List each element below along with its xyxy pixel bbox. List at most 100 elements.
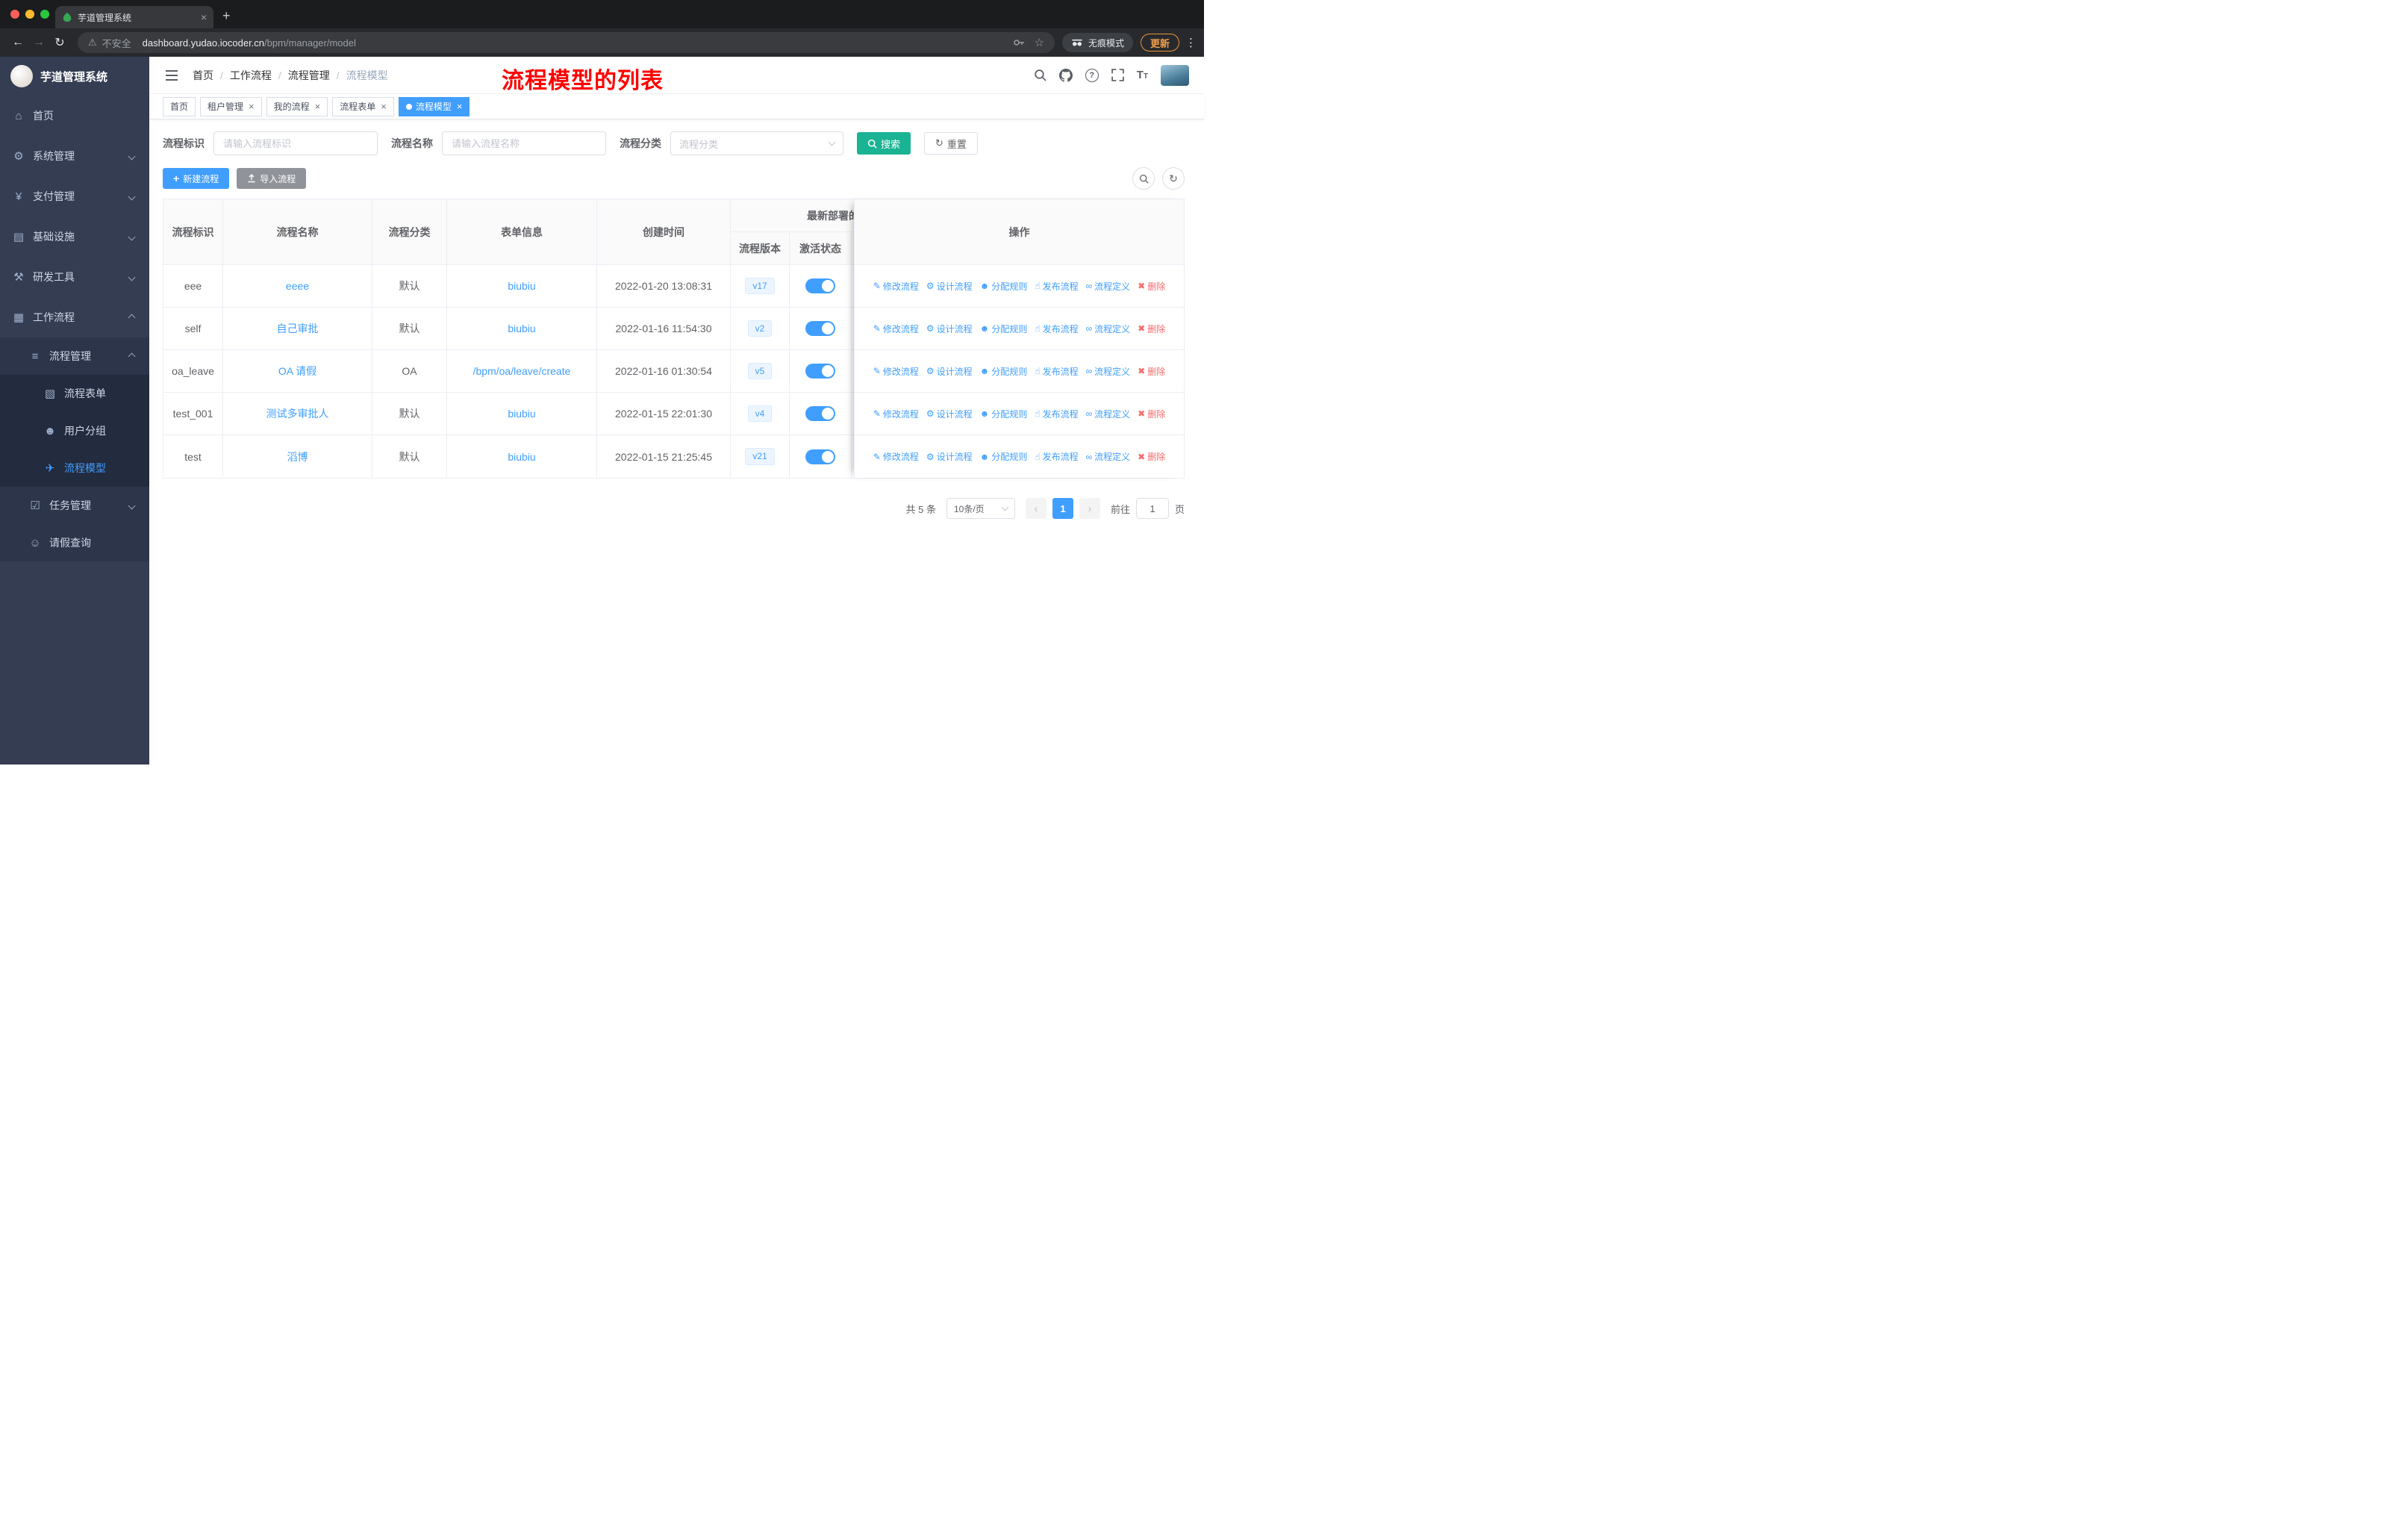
password-key-icon[interactable] <box>1013 37 1025 49</box>
close-window-button[interactable] <box>10 10 19 19</box>
process-name-link[interactable]: OA 请假 <box>278 364 316 379</box>
edit-process-link[interactable]: ✎ 修改流程 <box>873 280 919 293</box>
app-logo[interactable]: 芋道管理系统 <box>0 57 149 96</box>
process-name-link[interactable]: 自己审批 <box>277 321 319 336</box>
new-tab-button[interactable]: + <box>222 8 231 24</box>
delete-process-link[interactable]: ✖ 删除 <box>1138 323 1165 335</box>
goto-page-input[interactable] <box>1135 498 1169 519</box>
design-process-link[interactable]: ⚙ 设计流程 <box>926 280 973 293</box>
sidebar-item-payment-mgmt[interactable]: ¥ 支付管理 <box>0 176 149 217</box>
active-toggle[interactable] <box>805 364 835 379</box>
delete-process-link[interactable]: ✖ 删除 <box>1138 280 1165 293</box>
sidebar-item-process-form[interactable]: ▧ 流程表单 <box>0 375 149 412</box>
form-info-link[interactable]: /bpm/oa/leave/create <box>473 365 571 377</box>
tag-my-process[interactable]: 我的流程 × <box>266 96 328 116</box>
edit-process-link[interactable]: ✎ 修改流程 <box>873 408 919 420</box>
edit-process-link[interactable]: ✎ 修改流程 <box>873 323 919 335</box>
design-process-link[interactable]: ⚙ 设计流程 <box>926 408 973 420</box>
sidebar-item-home[interactable]: ⌂ 首页 <box>0 96 149 136</box>
user-avatar[interactable] <box>1161 64 1189 86</box>
sidebar-item-task-mgmt[interactable]: ☑ 任务管理 <box>0 487 149 524</box>
breadcrumb-item[interactable]: 工作流程 <box>230 68 272 83</box>
process-definition-link[interactable]: ∞ 流程定义 <box>1086 280 1131 293</box>
version-badge[interactable]: v2 <box>747 320 773 337</box>
active-toggle[interactable] <box>805 278 835 293</box>
process-name-input[interactable] <box>442 131 606 155</box>
tag-home[interactable]: 首页 <box>163 96 196 116</box>
reset-button[interactable]: ↻ 重置 <box>924 132 978 155</box>
prev-page-button[interactable]: ‹ <box>1025 498 1047 519</box>
form-info-link[interactable]: biubiu <box>508 323 535 334</box>
breadcrumb-item[interactable]: 流程管理 <box>288 68 330 83</box>
publish-process-link[interactable]: ☝ 发布流程 <box>1035 323 1078 335</box>
sidebar-item-process-model[interactable]: ✈ 流程模型 <box>0 449 149 487</box>
sidebar-collapse-icon[interactable] <box>164 69 179 81</box>
active-toggle[interactable] <box>805 449 835 464</box>
process-definition-link[interactable]: ∞ 流程定义 <box>1086 450 1131 463</box>
delete-process-link[interactable]: ✖ 删除 <box>1138 408 1165 420</box>
address-bar[interactable]: ⚠ 不安全 dashboard.yudao.iocoder.cn/bpm/man… <box>78 32 1055 53</box>
close-icon[interactable]: × <box>315 102 321 111</box>
minimize-window-button[interactable] <box>25 10 34 19</box>
process-definition-link[interactable]: ∞ 流程定义 <box>1086 323 1131 335</box>
sidebar-item-infrastructure[interactable]: ▤ 基础设施 <box>0 217 149 257</box>
version-badge[interactable]: v17 <box>745 277 775 295</box>
assign-rule-link[interactable]: ☻ 分配规则 <box>980 365 1028 378</box>
create-process-button[interactable]: + 新建流程 <box>163 168 230 189</box>
search-icon[interactable] <box>1034 69 1047 81</box>
page-size-select[interactable]: 10条/页 <box>946 498 1015 519</box>
tag-process-form[interactable]: 流程表单 × <box>332 96 394 116</box>
tag-process-model[interactable]: 流程模型 × <box>398 96 470 116</box>
close-icon[interactable]: × <box>457 102 463 111</box>
active-toggle[interactable] <box>805 406 835 421</box>
publish-process-link[interactable]: ☝ 发布流程 <box>1035 450 1078 463</box>
forward-icon[interactable]: → <box>28 36 49 49</box>
zoom-window-button[interactable] <box>40 10 49 19</box>
version-badge[interactable]: v4 <box>747 405 773 423</box>
assign-rule-link[interactable]: ☻ 分配规则 <box>980 323 1028 335</box>
process-name-link[interactable]: 滔博 <box>287 449 308 464</box>
process-key-input[interactable] <box>213 131 378 155</box>
import-process-button[interactable]: 导入流程 <box>237 168 307 189</box>
edit-process-link[interactable]: ✎ 修改流程 <box>873 365 919 378</box>
browser-menu-icon[interactable]: ⋮ <box>1185 36 1197 49</box>
version-badge[interactable]: v21 <box>745 448 775 465</box>
form-info-link[interactable]: biubiu <box>508 408 535 420</box>
show-search-button[interactable] <box>1132 167 1155 190</box>
process-definition-link[interactable]: ∞ 流程定义 <box>1086 365 1131 378</box>
assign-rule-link[interactable]: ☻ 分配规则 <box>980 280 1028 293</box>
sidebar-item-system-mgmt[interactable]: ⚙ 系统管理 <box>0 136 149 176</box>
process-name-link[interactable]: 测试多审批人 <box>266 406 329 421</box>
delete-process-link[interactable]: ✖ 删除 <box>1138 365 1165 378</box>
assign-rule-link[interactable]: ☻ 分配规则 <box>980 450 1028 463</box>
publish-process-link[interactable]: ☝ 发布流程 <box>1035 365 1078 378</box>
help-icon[interactable]: ? <box>1085 68 1099 82</box>
sidebar-item-dev-tools[interactable]: ⚒ 研发工具 <box>0 257 149 297</box>
active-toggle[interactable] <box>805 321 835 336</box>
close-icon[interactable]: × <box>249 102 255 111</box>
sidebar-item-workflow[interactable]: ▦ 工作流程 <box>0 297 149 337</box>
browser-tab[interactable]: 芋道管理系统 × <box>55 6 213 28</box>
github-icon[interactable] <box>1058 68 1073 82</box>
design-process-link[interactable]: ⚙ 设计流程 <box>926 365 973 378</box>
next-page-button[interactable]: › <box>1079 498 1100 519</box>
sidebar-item-process-mgmt[interactable]: ≡ 流程管理 <box>0 337 149 375</box>
delete-process-link[interactable]: ✖ 删除 <box>1138 450 1165 463</box>
bookmark-star-icon[interactable]: ☆ <box>1035 36 1044 49</box>
form-info-link[interactable]: biubiu <box>508 280 535 292</box>
close-icon[interactable]: × <box>381 102 387 111</box>
sidebar-item-user-group[interactable]: ☻ 用户分组 <box>0 412 149 449</box>
sidebar-item-leave-query[interactable]: ☺ 请假查询 <box>0 524 149 561</box>
design-process-link[interactable]: ⚙ 设计流程 <box>926 450 973 463</box>
assign-rule-link[interactable]: ☻ 分配规则 <box>980 408 1028 420</box>
page-number-button[interactable]: 1 <box>1052 498 1073 519</box>
font-size-icon[interactable]: TT <box>1137 69 1148 81</box>
publish-process-link[interactable]: ☝ 发布流程 <box>1035 408 1078 420</box>
search-button[interactable]: 搜索 <box>857 132 911 155</box>
design-process-link[interactable]: ⚙ 设计流程 <box>926 323 973 335</box>
back-icon[interactable]: ← <box>7 36 28 49</box>
publish-process-link[interactable]: ☝ 发布流程 <box>1035 280 1078 293</box>
reload-icon[interactable]: ↻ <box>49 35 70 50</box>
fullscreen-icon[interactable] <box>1111 69 1124 81</box>
tab-close-icon[interactable]: × <box>201 12 207 22</box>
